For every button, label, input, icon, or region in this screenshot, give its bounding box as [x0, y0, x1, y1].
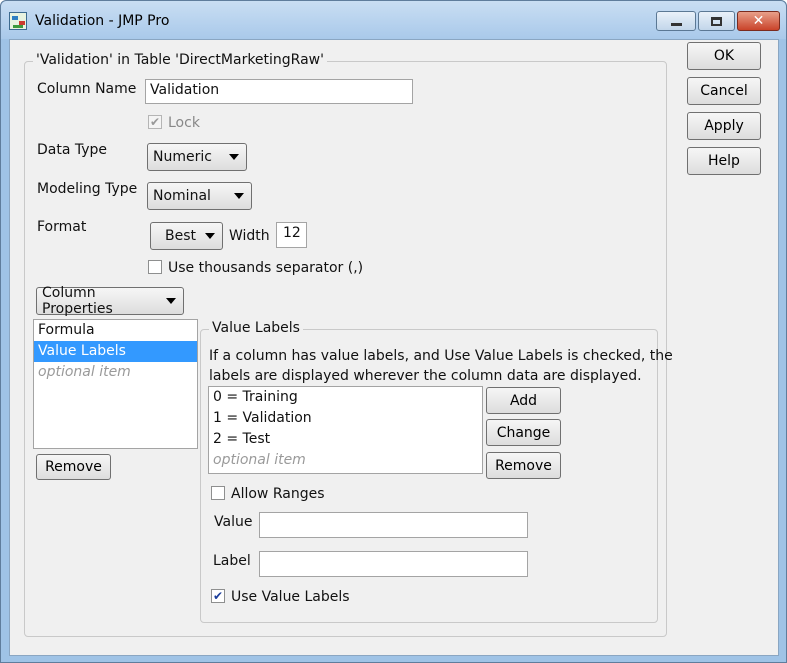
list-item-value-label[interactable]: 2 = Test — [209, 429, 482, 450]
format-dropdown[interactable]: Best — [150, 222, 223, 250]
list-item-value-label[interactable]: 1 = Validation — [209, 408, 482, 429]
add-value-label-button[interactable]: Add — [486, 387, 561, 414]
value-labels-description-line2: labels are displayed wherever the column… — [209, 368, 642, 384]
modeling-type-dropdown[interactable]: Nominal — [147, 182, 252, 210]
label-input[interactable] — [259, 551, 528, 577]
list-item-value-labels[interactable]: Value Labels — [34, 341, 197, 362]
label-field-label: Label — [213, 553, 251, 569]
checkmark-icon: ✔ — [212, 589, 224, 603]
change-value-label-button[interactable]: Change — [486, 419, 561, 446]
value-labels-list[interactable]: 0 = Training 1 = Validation 2 = Test opt… — [208, 386, 483, 474]
list-item-placeholder: optional item — [38, 364, 131, 380]
remove-value-label-button[interactable]: Remove — [486, 452, 561, 479]
data-type-value: Numeric — [153, 149, 212, 165]
modeling-type-value: Nominal — [153, 188, 211, 204]
jmp-app-icon — [9, 12, 27, 30]
cancel-button[interactable]: Cancel — [687, 77, 761, 105]
list-item-placeholder: optional item — [213, 452, 306, 468]
data-type-label: Data Type — [37, 142, 108, 158]
format-label: Format — [37, 219, 87, 235]
use-value-labels-label: Use Value Labels — [231, 589, 350, 605]
remove-property-button[interactable]: Remove — [36, 454, 111, 480]
value-input[interactable] — [259, 512, 528, 538]
maximize-button[interactable] — [698, 11, 735, 31]
minimize-icon — [670, 22, 682, 26]
data-type-dropdown[interactable]: Numeric — [147, 143, 247, 171]
column-properties-label: Column Properties — [42, 285, 113, 317]
close-button[interactable]: ✕ — [737, 11, 780, 31]
format-value: Best — [165, 228, 197, 244]
title-bar[interactable]: Validation - JMP Pro ✕ — [1, 1, 786, 39]
column-info-group-legend: 'Validation' in Table 'DirectMarketingRa… — [33, 52, 327, 68]
dialog-client-area: 'Validation' in Table 'DirectMarketingRa… — [9, 39, 779, 656]
minimize-button[interactable] — [656, 11, 696, 31]
column-properties-list[interactable]: Formula Value Labels optional item — [33, 319, 198, 449]
chevron-down-icon — [166, 298, 176, 304]
allow-ranges-checkbox[interactable] — [211, 486, 225, 500]
chevron-down-icon — [205, 233, 215, 239]
width-input[interactable]: 12 — [276, 222, 307, 248]
maximize-icon — [711, 16, 722, 26]
value-labels-description-line1: If a column has value labels, and Use Va… — [209, 348, 673, 364]
width-label: Width — [229, 228, 270, 244]
allow-ranges-label: Allow Ranges — [231, 486, 325, 502]
modeling-type-label: Modeling Type — [37, 181, 138, 197]
checkmark-icon: ✔ — [149, 115, 161, 129]
value-labels-group-legend: Value Labels — [209, 320, 303, 336]
dialog-window: Validation - JMP Pro ✕ 'Validation' in T… — [0, 0, 787, 663]
lock-label: Lock — [168, 115, 200, 131]
chevron-down-icon — [229, 154, 239, 160]
list-item-formula[interactable]: Formula — [34, 320, 197, 341]
lock-checkbox[interactable]: ✔ — [148, 115, 162, 129]
column-properties-dropdown[interactable]: Column Properties — [36, 285, 184, 317]
list-item-value-label[interactable]: 0 = Training — [209, 387, 482, 408]
use-value-labels-checkbox[interactable]: ✔ — [211, 589, 225, 603]
chevron-down-icon — [234, 193, 244, 199]
thousands-separator-checkbox[interactable] — [148, 260, 162, 274]
column-name-label: Column Name — [37, 81, 137, 97]
close-icon: ✕ — [752, 13, 765, 29]
column-name-input[interactable]: Validation — [145, 79, 413, 104]
ok-button[interactable]: OK — [687, 42, 761, 70]
help-button[interactable]: Help — [687, 147, 761, 175]
value-field-label: Value — [214, 514, 253, 530]
apply-button[interactable]: Apply — [687, 112, 761, 140]
thousands-separator-label: Use thousands separator (,) — [168, 260, 364, 276]
window-title: Validation - JMP Pro — [35, 13, 170, 29]
